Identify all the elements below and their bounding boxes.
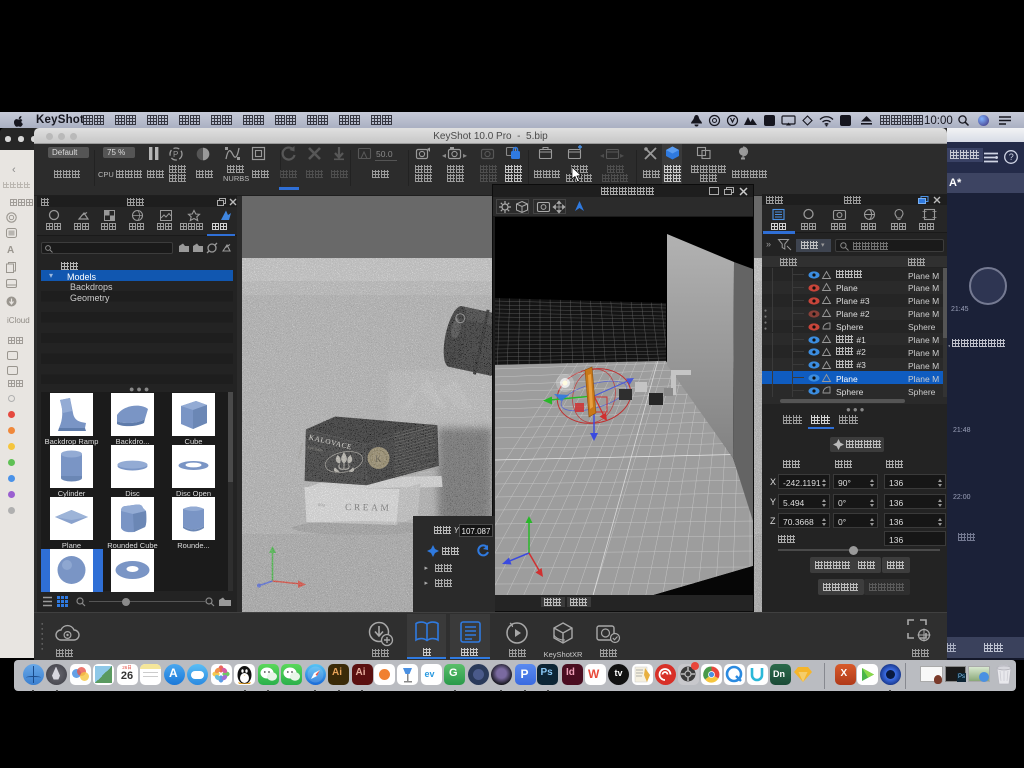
svg-text:KALOVACE: KALOVACE	[296, 443, 304, 459]
svg-text:CREAM: CREAM	[344, 503, 390, 514]
svg-text:?: ?	[1009, 152, 1014, 162]
svg-text:P: P	[173, 150, 178, 159]
svg-text:K: K	[375, 454, 382, 464]
svg-text:50g: 50g	[318, 502, 325, 507]
